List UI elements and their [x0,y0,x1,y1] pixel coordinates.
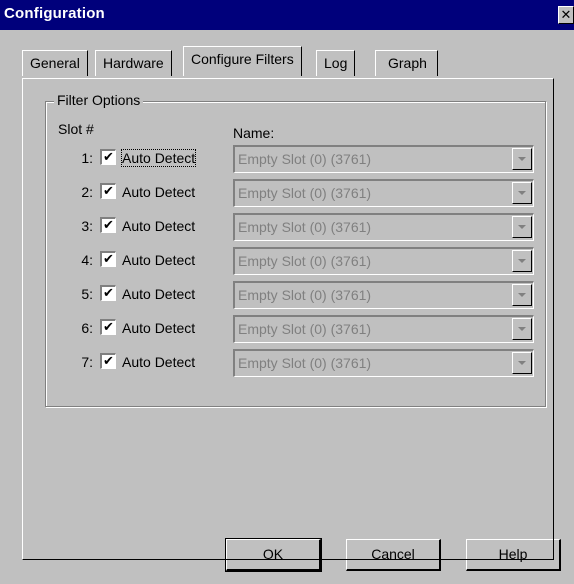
auto-detect-checkbox[interactable]: ✔ [100,285,116,301]
filter-name-value: Empty Slot (0) (3761) [238,253,372,269]
auto-detect-label[interactable]: Auto Detect [120,149,197,167]
tab-hardware[interactable]: Hardware [95,50,172,76]
name-header: Name: [233,125,275,141]
filter-name-value: Empty Slot (0) (3761) [238,185,372,201]
check-icon: ✔ [103,183,114,198]
auto-detect-checkbox[interactable]: ✔ [100,251,116,267]
slot-number: 2: [81,184,93,200]
close-icon: ✕ [560,7,572,22]
tab-general-label: General [30,55,80,71]
slot-row: 1: ✔ Auto Detect Empty Slot (0) (3761) [46,144,547,174]
slot-number: 5: [81,286,93,302]
auto-detect-label[interactable]: Auto Detect [122,184,195,200]
chevron-down-icon[interactable] [512,250,532,272]
tab-log-label: Log [324,55,348,71]
slot-number: 3: [81,218,93,234]
filter-name-value: Empty Slot (0) (3761) [238,287,372,303]
check-icon: ✔ [103,217,114,232]
filter-options-group: Filter Options Slot # Name: 1: ✔ Auto De… [45,92,547,407]
tab-graph[interactable]: Graph [375,50,438,76]
auto-detect-label[interactable]: Auto Detect [122,320,195,336]
tab-panel-configure-filters: Filter Options Slot # Name: 1: ✔ Auto De… [22,78,554,560]
slot-number-header: Slot # [58,121,94,137]
auto-detect-label[interactable]: Auto Detect [122,286,195,302]
tab-log[interactable]: Log [316,50,356,76]
auto-detect-label[interactable]: Auto Detect [122,354,195,370]
auto-detect-checkbox[interactable]: ✔ [100,149,116,165]
auto-detect-checkbox[interactable]: ✔ [100,353,116,369]
title-bar[interactable]: Configuration ✕ [0,0,574,30]
check-icon: ✔ [103,319,114,334]
slot-row: 3: ✔ Auto Detect Empty Slot (0) (3761) [46,212,547,242]
slot-row: 6: ✔ Auto Detect Empty Slot (0) (3761) [46,314,547,344]
chevron-down-icon[interactable] [512,318,532,340]
tab-hardware-label: Hardware [103,55,164,71]
check-icon: ✔ [103,285,114,300]
slot-row: 2: ✔ Auto Detect Empty Slot (0) (3761) [46,178,547,208]
tab-configure-filters-label: Configure Filters [191,51,294,67]
slot-number: 7: [81,354,93,370]
window-title: Configuration [4,5,105,22]
close-button[interactable]: ✕ [558,6,574,24]
slot-number: 4: [81,252,93,268]
tab-configure-filters[interactable]: Configure Filters [183,46,302,76]
filter-options-label: Filter Options [54,92,144,108]
tab-graph-label: Graph [388,55,427,71]
filter-name-combobox[interactable]: Empty Slot (0) (3761) [233,213,534,241]
filter-name-combobox[interactable]: Empty Slot (0) (3761) [233,145,534,173]
filter-name-combobox[interactable]: Empty Slot (0) (3761) [233,247,534,275]
slot-number: 6: [81,320,93,336]
chevron-down-icon[interactable] [512,216,532,238]
filter-name-value: Empty Slot (0) (3761) [238,151,372,167]
filter-name-value: Empty Slot (0) (3761) [238,355,372,371]
auto-detect-checkbox[interactable]: ✔ [100,183,116,199]
check-icon: ✔ [103,251,114,266]
slot-row: 4: ✔ Auto Detect Empty Slot (0) (3761) [46,246,547,276]
slot-number: 1: [81,150,93,166]
filter-name-value: Empty Slot (0) (3761) [238,219,372,235]
chevron-down-icon[interactable] [512,284,532,306]
slot-row: 5: ✔ Auto Detect Empty Slot (0) (3761) [46,280,547,310]
auto-detect-checkbox[interactable]: ✔ [100,319,116,335]
auto-detect-label[interactable]: Auto Detect [122,252,195,268]
check-icon: ✔ [103,353,114,368]
chevron-down-icon[interactable] [512,182,532,204]
slot-row: 7: ✔ Auto Detect Empty Slot (0) (3761) [46,348,547,378]
auto-detect-checkbox[interactable]: ✔ [100,217,116,233]
filter-name-combobox[interactable]: Empty Slot (0) (3761) [233,281,534,309]
chevron-down-icon[interactable] [512,148,532,170]
check-icon: ✔ [103,149,114,164]
tab-general[interactable]: General [22,50,88,76]
chevron-down-icon[interactable] [512,352,532,374]
filter-name-combobox[interactable]: Empty Slot (0) (3761) [233,179,534,207]
filter-name-value: Empty Slot (0) (3761) [238,321,372,337]
dialog-body: General Hardware Configure Filters Log G… [0,30,574,584]
filter-name-combobox[interactable]: Empty Slot (0) (3761) [233,315,534,343]
auto-detect-label[interactable]: Auto Detect [122,218,195,234]
filter-name-combobox[interactable]: Empty Slot (0) (3761) [233,349,534,377]
